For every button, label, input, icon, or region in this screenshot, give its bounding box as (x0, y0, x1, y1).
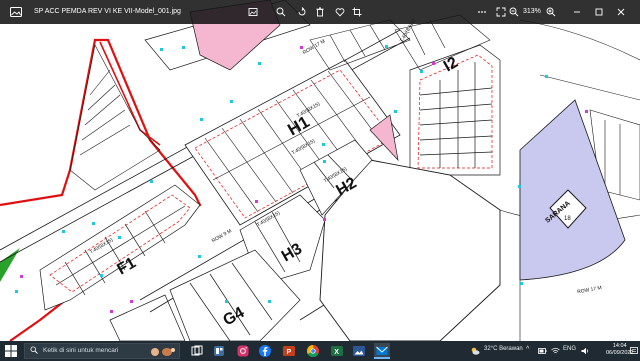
zoom-out-icon[interactable] (507, 5, 521, 19)
battery-icon[interactable] (538, 347, 547, 355)
volume-icon[interactable] (581, 347, 590, 355)
wifi-icon[interactable] (551, 347, 560, 355)
zoom-icon[interactable] (274, 5, 288, 19)
window-title: SP ACC PEMDA REV VI KE VII-Model_001.jpg (34, 8, 181, 15)
powerpoint-icon[interactable]: P (282, 344, 296, 358)
taskbar-search-box[interactable]: Ketik di sini untuk mencari (24, 343, 180, 359)
search-highlight-art (151, 348, 175, 356)
minimize-button[interactable] (568, 4, 586, 20)
weather-icon[interactable] (470, 346, 480, 356)
language-indicator[interactable]: ENG (563, 346, 576, 352)
weather-text[interactable]: 32°C Berawan (484, 346, 523, 352)
close-button[interactable] (612, 4, 630, 20)
excel-icon[interactable]: X (330, 344, 344, 358)
windows-start-icon[interactable] (4, 344, 18, 358)
zoom-in-icon[interactable] (544, 5, 558, 19)
search-icon (30, 346, 38, 354)
zoom-level: 313% (523, 8, 541, 15)
svg-text:P: P (287, 349, 292, 356)
more-icon[interactable] (475, 5, 489, 19)
delete-icon[interactable] (313, 5, 327, 19)
rotate-icon[interactable] (295, 5, 309, 19)
instagram-icon[interactable] (236, 344, 250, 358)
sarana-number: 18 (564, 216, 571, 222)
chrome-icon[interactable] (306, 344, 320, 358)
expand-icon[interactable] (494, 5, 508, 19)
photo-app-icon (10, 7, 22, 17)
favorite-icon[interactable] (333, 5, 347, 19)
image-edit-icon[interactable] (246, 5, 260, 19)
search-placeholder: Ketik di sini untuk mencari (43, 347, 119, 354)
notification-icon[interactable] (630, 347, 638, 355)
widgets-icon[interactable] (212, 344, 226, 358)
chevron-up-icon[interactable]: ^ (526, 346, 529, 353)
photos-icon[interactable] (352, 344, 366, 358)
taskbar: Ketik di sini untuk mencari P X 32°C Ber… (0, 341, 640, 361)
task-view-icon[interactable] (190, 344, 204, 358)
crop-icon[interactable] (350, 5, 364, 19)
site-plan: H1 H2 H3 I2 F1 G4 SARANA 18 ROW 9 M ROW … (0, 0, 640, 341)
maximize-button[interactable] (590, 4, 608, 20)
mail-icon[interactable] (375, 344, 389, 358)
svg-text:X: X (334, 349, 339, 356)
viewer-titlebar: SP ACC PEMDA REV VI KE VII-Model_001.jpg… (0, 0, 640, 24)
facebook-icon[interactable] (258, 344, 272, 358)
image-viewport[interactable]: H1 H2 H3 I2 F1 G4 SARANA 18 ROW 9 M ROW … (0, 0, 640, 341)
